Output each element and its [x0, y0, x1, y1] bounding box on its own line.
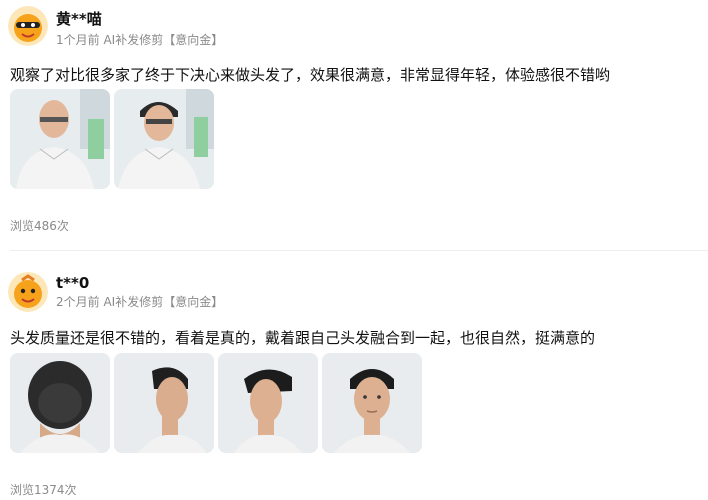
review-divider [10, 250, 708, 251]
avatar-mascot-icon [8, 6, 48, 46]
view-count: 浏览486次 [10, 219, 69, 233]
user-name[interactable]: 黄**喵 [56, 8, 102, 29]
review-photo[interactable] [114, 353, 214, 453]
avatar[interactable] [8, 6, 48, 46]
review-photo[interactable] [114, 89, 214, 189]
review-text: 观察了对比很多家了终于下决心来做头发了，效果很满意，非常显得年轻，体验感很不错哟 [10, 66, 611, 84]
view-count: 浏览1374次 [10, 483, 77, 497]
photo-gallery [10, 89, 214, 189]
avatar-mascot-icon [8, 272, 48, 312]
photo-gallery [10, 353, 422, 453]
review-photo[interactable] [10, 353, 110, 453]
review-photo[interactable] [10, 89, 110, 189]
review-photo[interactable] [218, 353, 318, 453]
review-text: 头发质量还是很不错的，看着是真的，戴着跟自己头发融合到一起，也很自然，挺满意的 [10, 329, 596, 347]
review-meta: 2个月前 AI补发修剪【意向金】 [56, 295, 224, 309]
avatar[interactable] [8, 272, 48, 312]
review-meta: 1个月前 AI补发修剪【意向金】 [56, 33, 224, 47]
review-photo[interactable] [322, 353, 422, 453]
user-name[interactable]: t**0 [56, 274, 89, 292]
